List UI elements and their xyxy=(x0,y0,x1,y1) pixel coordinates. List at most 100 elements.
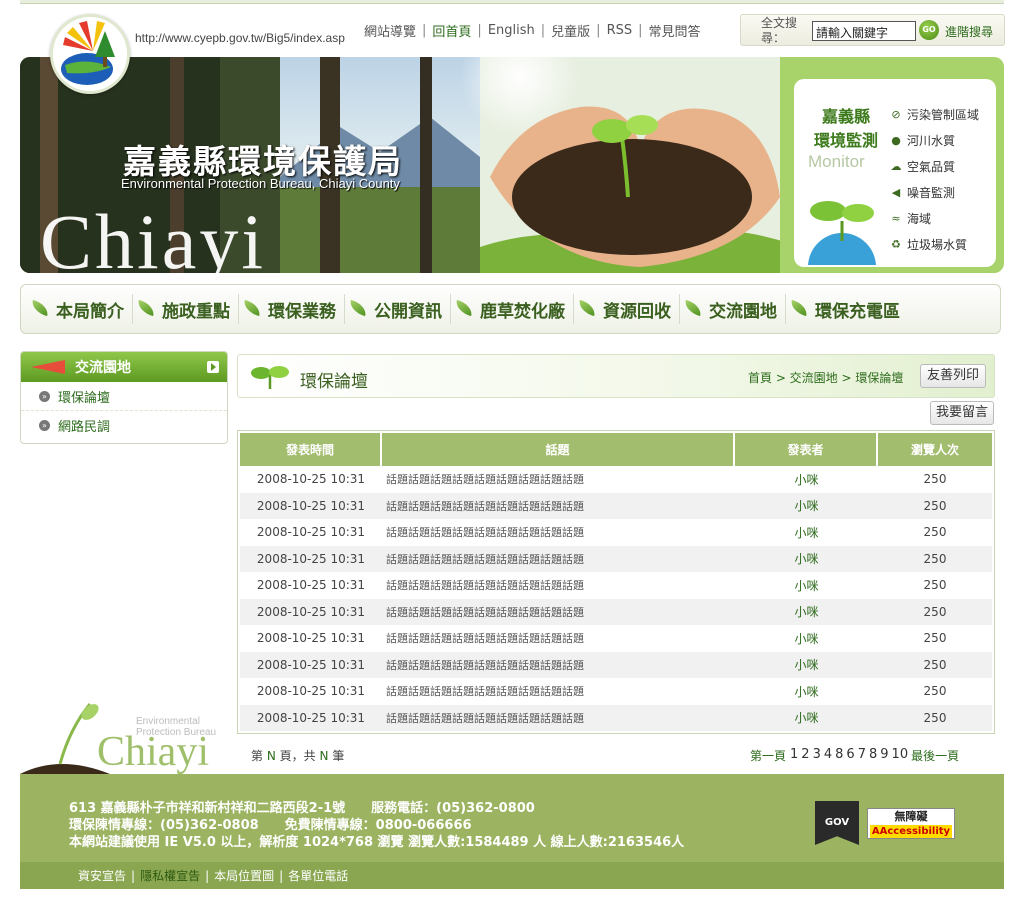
col-header-views[interactable]: 瀏覽人次 xyxy=(878,433,992,466)
pager-suffix: 筆 xyxy=(332,749,345,763)
cell-topic-link[interactable]: 話題話題話題話題話題話題話題話題話題 xyxy=(382,651,735,678)
pager-page-link[interactable]: 2 xyxy=(801,747,809,764)
monitor-item-label: 噪音監測 xyxy=(907,185,956,200)
search-input[interactable]: 請輸入關鍵字 xyxy=(812,21,916,41)
pager-summary: 第 N 頁，共 N 筆 xyxy=(251,747,344,764)
cell-time: 2008-10-25 10:31 xyxy=(240,492,382,519)
cell-views: 250 xyxy=(923,472,947,487)
cell-topic-link[interactable]: 話題話題話題話題話題話題話題話題話題 xyxy=(382,625,735,652)
footer-link-privacy[interactable]: 隱私權宣告 xyxy=(135,867,205,884)
nav-charging[interactable]: 環保充電區 xyxy=(786,294,908,324)
pager-page-link[interactable]: 1 xyxy=(790,747,798,764)
gov-badge-icon[interactable]: GOV xyxy=(815,801,859,845)
sprout-icon xyxy=(251,366,289,389)
sidebar-item-poll[interactable]: » 網路民調 xyxy=(21,411,227,440)
nav-business[interactable]: 環保業務 xyxy=(239,294,345,324)
cell-topic-link[interactable]: 話題話題話題話題話題話題話題話題話題 xyxy=(382,598,735,625)
monitor-item[interactable]: ⊘ 污染管制區域 xyxy=(889,101,979,127)
pager-total: N xyxy=(319,749,329,763)
leaf-icon xyxy=(453,300,477,318)
cell-views: 250 xyxy=(878,651,992,678)
cell-topic-link[interactable]: 話題話題話題話題話題話題話題話題話題 xyxy=(382,704,735,731)
bureau-logo[interactable] xyxy=(50,14,130,94)
cell-author: 小咪 xyxy=(794,578,819,593)
accessibility-label: 無障礙 xyxy=(894,810,928,823)
monitor-item[interactable]: ◀ 噪音監測 xyxy=(889,179,979,205)
nav-recycling[interactable]: 資源回收 xyxy=(574,294,680,324)
nav-label: 資源回收 xyxy=(603,301,671,322)
topnav-faq[interactable]: 常見問答 xyxy=(643,21,707,40)
pager-page-link[interactable]: 6 xyxy=(846,747,854,764)
cell-topic-link[interactable]: 話題話題話題話題話題話題話題話題話題 xyxy=(382,545,735,572)
pager-page-link[interactable]: 3 xyxy=(813,747,821,764)
footer-link-security[interactable]: 資安宣告 xyxy=(73,867,131,884)
monitor-item[interactable]: ≈ 海域 xyxy=(889,205,979,231)
topnav-rss[interactable]: RSS xyxy=(601,23,639,38)
nav-about[interactable]: 本局簡介 xyxy=(27,294,133,324)
cloud-icon: ☁ xyxy=(890,159,902,173)
monitor-item-label: 空氣品質 xyxy=(907,159,956,174)
nav-policy[interactable]: 施政重點 xyxy=(133,294,239,324)
pager-last-link[interactable]: 最後一頁 xyxy=(911,747,959,764)
monitor-item-label: 污染管制區域 xyxy=(907,107,980,122)
cell-topic-link[interactable]: 話題話題話題話題話題話題話題話題話題 xyxy=(382,678,735,705)
table-row: 2008-10-25 10:31 話題話題話題話題話題話題話題話題話題 小咪 250 xyxy=(240,625,992,652)
nav-community[interactable]: 交流園地 xyxy=(680,294,786,324)
post-message-button[interactable]: 我要留言 xyxy=(930,401,995,425)
leaf-icon xyxy=(135,300,159,318)
topnav-english[interactable]: English xyxy=(482,23,541,38)
topnav-home[interactable]: 回首頁 xyxy=(426,21,477,40)
pager-page-link[interactable]: 4 xyxy=(824,747,832,764)
topnav-kids[interactable]: 兒童版 xyxy=(545,21,596,40)
cell-author: 小咪 xyxy=(735,545,878,572)
monitor-item[interactable]: ● 河川水質 xyxy=(889,127,979,153)
table-row: 2008-10-25 10:31 話題話題話題話題話題話題話題話題話題 小咪 250 xyxy=(240,545,992,572)
pager-page-link[interactable]: 9 xyxy=(880,747,888,764)
accessibility-badge[interactable]: 無障礙 AAccessibility xyxy=(867,808,955,839)
topnav-sitemap[interactable]: 網站導覽 xyxy=(358,21,422,40)
nav-label: 公開資訊 xyxy=(374,301,442,322)
table-row: 2008-10-25 10:31 話題話題話題話題話題話題話題話題話題 小咪 250 xyxy=(240,598,992,625)
megaphone-icon xyxy=(29,356,69,378)
col-header-author[interactable]: 發表者 xyxy=(735,433,878,466)
sidebar-logo: Environmental Protection Bureau Chiayi xyxy=(20,698,230,778)
cell-author: 小咪 xyxy=(735,651,878,678)
pager-page-link[interactable]: 10 xyxy=(892,747,909,764)
search-label: 全文搜尋： xyxy=(761,16,798,45)
pager-page-link[interactable]: 8 xyxy=(869,747,877,764)
col-header-topic[interactable]: 話題 xyxy=(382,433,735,466)
table-row: 2008-10-25 10:31 話題話題話題話題話題話題話題話題話題 小咪 250 xyxy=(240,492,992,519)
pager-page-link[interactable]: 7 xyxy=(858,747,866,764)
nav-public-info[interactable]: 公開資訊 xyxy=(345,294,451,324)
monitor-item-label: 河川水質 xyxy=(907,133,956,148)
top-border xyxy=(20,0,1004,4)
cell-time: 2008-10-25 10:31 xyxy=(240,651,382,678)
cell-topic-link[interactable]: 話題話題話題話題話題話題話題話題話題 xyxy=(382,519,735,546)
sprout-globe-icon xyxy=(808,201,876,265)
cell-topic-link[interactable]: 話題話題話題話題話題話題話題話題話題 xyxy=(382,466,735,493)
forum-table: 發表時間 話題 發表者 瀏覽人次 2008-10-25 10:31 話題話題話題話… xyxy=(240,433,992,731)
cell-topic-link[interactable]: 話題話題話題話題話題話題話題話題話題 xyxy=(382,572,735,599)
print-button[interactable]: 友善列印 xyxy=(920,364,987,388)
leaf-icon xyxy=(682,300,706,318)
advanced-search-link[interactable]: 進階搜尋 xyxy=(945,23,993,40)
nav-incinerator[interactable]: 鹿草焚化廠 xyxy=(451,294,574,324)
footer-link-location[interactable]: 本局位置圖 xyxy=(209,867,279,884)
sidebar-item-forum[interactable]: » 環保論壇 xyxy=(21,382,227,411)
sidebar-logo-en-line1: Environmental xyxy=(136,716,200,727)
breadcrumb[interactable]: 首頁 > 交流園地 > 環保論壇 xyxy=(748,369,903,386)
play-icon[interactable] xyxy=(207,361,219,373)
col-header-time[interactable]: 發表時間 xyxy=(240,433,382,466)
footer-link-phones[interactable]: 各單位電話 xyxy=(283,867,353,884)
monitor-item[interactable]: ♻ 垃圾場水質 xyxy=(889,231,979,257)
monitor-item[interactable]: ☁ 空氣品質 xyxy=(889,153,979,179)
leaf-icon xyxy=(576,300,600,318)
cell-views: 250 xyxy=(923,525,947,540)
table-row: 2008-10-25 10:31 話題話題話題話題話題話題話題話題話題 小咪 250 xyxy=(240,704,992,731)
cell-time: 2008-10-25 10:31 xyxy=(256,578,366,593)
pager-page-link[interactable]: 8 xyxy=(835,747,843,764)
cell-topic-link[interactable]: 話題話題話題話題話題話題話題話題話題 xyxy=(382,492,735,519)
pager-first-link[interactable]: 第一頁 xyxy=(750,747,786,764)
sidebar-item-label: 網路民調 xyxy=(58,420,111,435)
search-go-button[interactable]: GO xyxy=(919,20,939,40)
